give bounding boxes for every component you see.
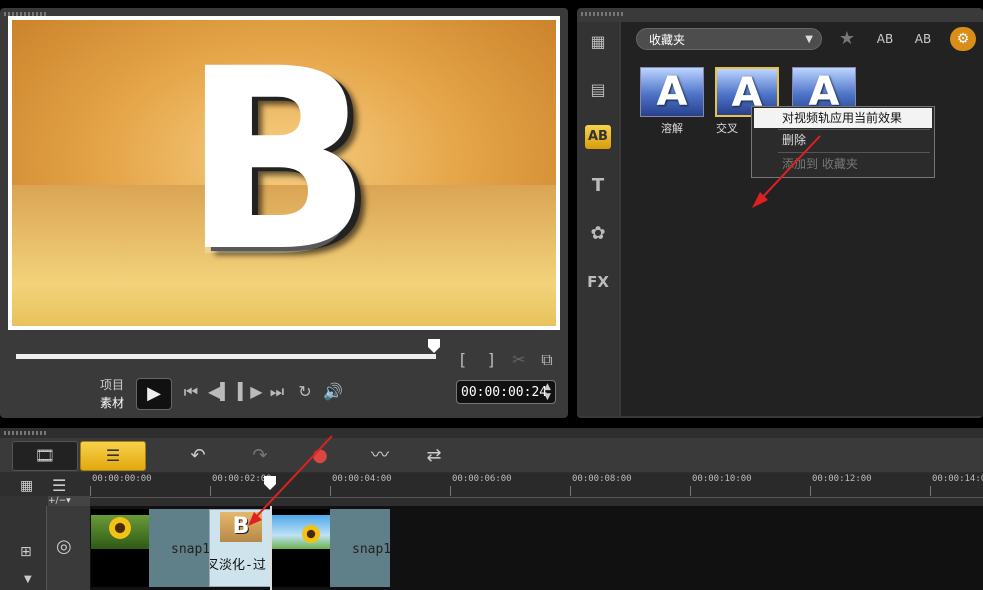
- red-arrow: [254, 435, 333, 519]
- annotation-arrows: [248, 135, 821, 526]
- red-arrow: [759, 135, 821, 201]
